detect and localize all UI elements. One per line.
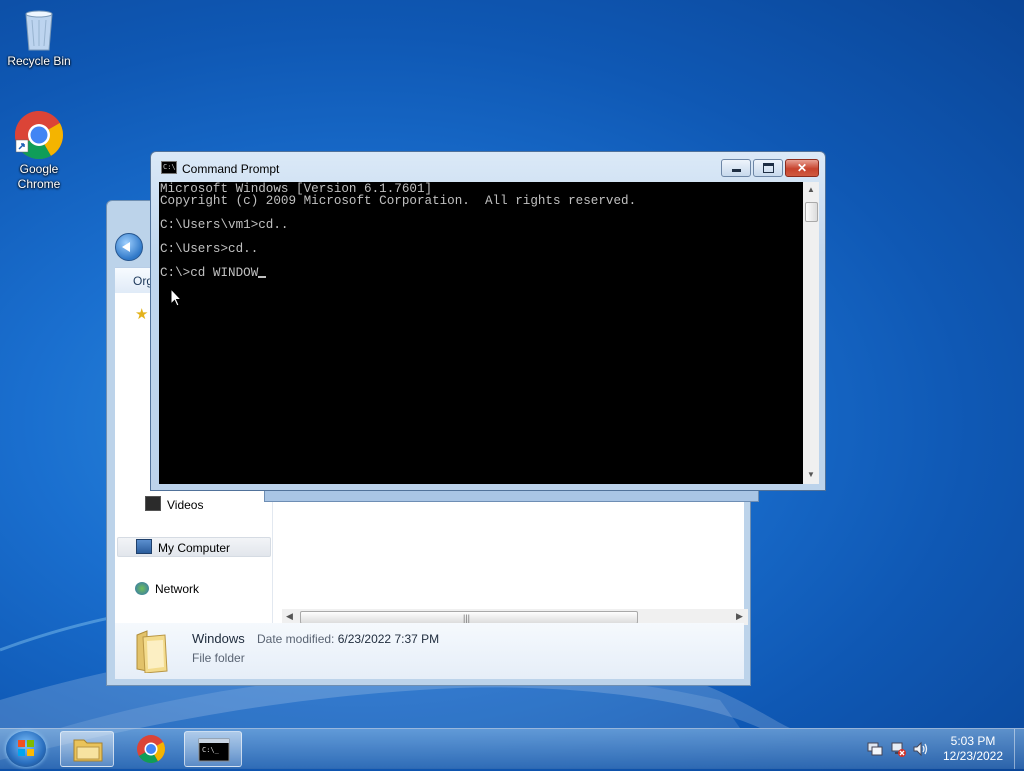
taskbar-chrome-button[interactable] [124,731,178,767]
clock-time: 5:03 PM [950,734,996,748]
recycle-bin-label: Recycle Bin [7,54,71,68]
start-button[interactable] [6,731,46,767]
minimize-button[interactable] [721,159,751,177]
action-center-icon[interactable] [866,741,884,757]
console-prompt-line: C:\>cd WINDOW [160,266,267,280]
recycle-bin-desktop-icon[interactable]: Recycle Bin [1,6,77,69]
svg-text:C:\_: C:\_ [202,746,220,754]
vertical-scrollbar[interactable]: ▲ ▼ [803,182,819,484]
maximize-button[interactable] [753,159,783,177]
taskbar-clock[interactable]: 5:03 PM 12/23/2022 [935,734,1011,764]
mouse-pointer-icon [170,288,183,307]
file-explorer-icon [73,739,103,762]
nav-item-videos-label: Videos [167,498,204,512]
nav-item-videos[interactable]: Videos [145,495,203,515]
show-desktop-button[interactable] [1014,729,1024,769]
nav-item-network[interactable]: Network [135,579,199,599]
clock-date: 12/23/2022 [942,749,1004,763]
text-cursor [258,276,267,278]
maximize-icon [762,163,774,173]
scroll-left-arrow-icon[interactable]: ◀ [286,611,293,622]
scroll-up-arrow-icon[interactable]: ▲ [807,185,815,194]
background-window-edge [264,490,759,502]
taskbar-explorer-button[interactable] [60,731,114,767]
google-chrome-label: Google Chrome [17,162,61,191]
favorites-star-icon[interactable]: ★ [135,305,148,325]
command-prompt-window[interactable]: Command Prompt ✕ Microsoft Windows [Vers… [150,151,826,491]
chrome-icon [137,735,165,763]
details-pane: Windows Date modified: 6/23/2022 7:37 PM… [115,623,744,679]
recycle-bin-icon [25,10,53,51]
windows-logo-icon [18,740,34,756]
cmd-app-icon [161,159,177,175]
google-chrome-desktop-icon[interactable]: Google Chrome [1,110,77,192]
videos-icon [145,496,161,511]
scroll-right-arrow-icon[interactable]: ▶ [736,611,743,622]
console-line: C:\Users\vm1>cd.. [160,218,289,232]
back-button[interactable] [115,233,143,261]
folder-icon [136,630,168,673]
console-line: C:\Users>cd.. [160,242,259,256]
computer-icon [136,539,152,554]
details-item-type: File folder [192,651,245,665]
taskbar-cmd-button[interactable]: C:\_ [184,731,242,767]
close-icon: ✕ [796,161,808,175]
details-item-name: Windows [192,631,245,646]
console-line: Copyright (c) 2009 Microsoft Corporation… [160,194,637,208]
nav-item-my-computer-label: My Computer [158,541,231,555]
taskbar: C:\_ 5:03 PM 12/23/2022 [0,728,1024,769]
cmd-title-bar: Command Prompt [161,159,280,177]
volume-icon[interactable] [912,741,930,757]
details-modified-value: 6/23/2022 7:37 PM [337,632,440,646]
network-status-icon[interactable] [889,740,907,758]
nav-item-my-computer[interactable]: My Computer [117,537,271,557]
command-prompt-icon: C:\_ [198,738,230,762]
details-modified-label: Date modified: [257,632,335,646]
console-current-command: C:\>cd WINDOW [160,266,259,280]
nav-item-network-label: Network [155,582,200,596]
scroll-down-arrow-icon[interactable]: ▼ [807,470,815,479]
close-button[interactable]: ✕ [785,159,819,177]
console-output[interactable]: Microsoft Windows [Version 6.1.7601] Cop… [159,182,803,484]
vertical-scroll-thumb[interactable] [805,202,818,222]
details-modified: Date modified: 6/23/2022 7:37 PM [257,632,439,646]
network-icon [135,582,149,595]
chrome-icon [14,111,64,160]
minimize-icon [731,168,741,172]
cmd-title: Command Prompt [182,162,280,176]
